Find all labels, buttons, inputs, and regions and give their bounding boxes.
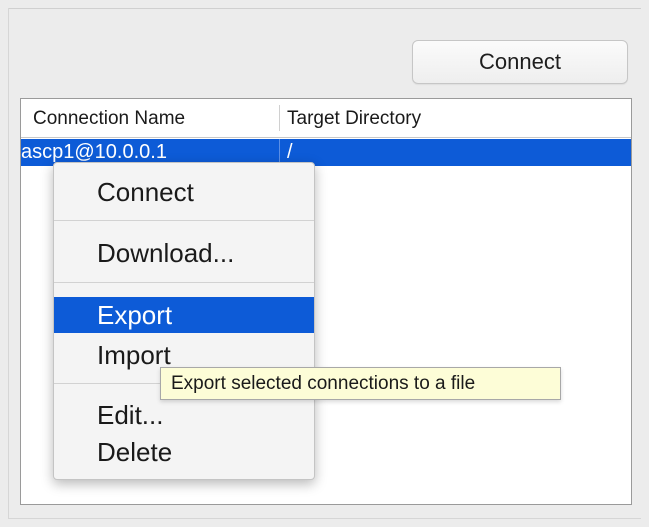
connections-panel: Connect Connection Name Target Directory… [0, 0, 649, 527]
column-header-connection-name[interactable]: Connection Name [33, 99, 185, 137]
column-divider[interactable] [279, 105, 280, 131]
menu-item-edit[interactable]: Edit... [54, 397, 314, 433]
panel-left-border [8, 8, 9, 519]
column-header-target-directory[interactable]: Target Directory [287, 99, 421, 137]
context-menu: Connect Download... Export Import Edit..… [53, 162, 315, 480]
menu-separator [54, 220, 314, 221]
panel-top-border [8, 8, 641, 9]
export-tooltip: Export selected connections to a file [160, 367, 561, 400]
panel-bottom-border [8, 518, 641, 519]
menu-separator [54, 282, 314, 283]
menu-item-export[interactable]: Export [54, 297, 314, 333]
menu-item-connect[interactable]: Connect [54, 174, 314, 210]
menu-item-download[interactable]: Download... [54, 235, 314, 271]
connect-button[interactable]: Connect [412, 40, 628, 84]
table-header: Connection Name Target Directory [21, 99, 631, 138]
menu-item-delete[interactable]: Delete [54, 434, 314, 470]
